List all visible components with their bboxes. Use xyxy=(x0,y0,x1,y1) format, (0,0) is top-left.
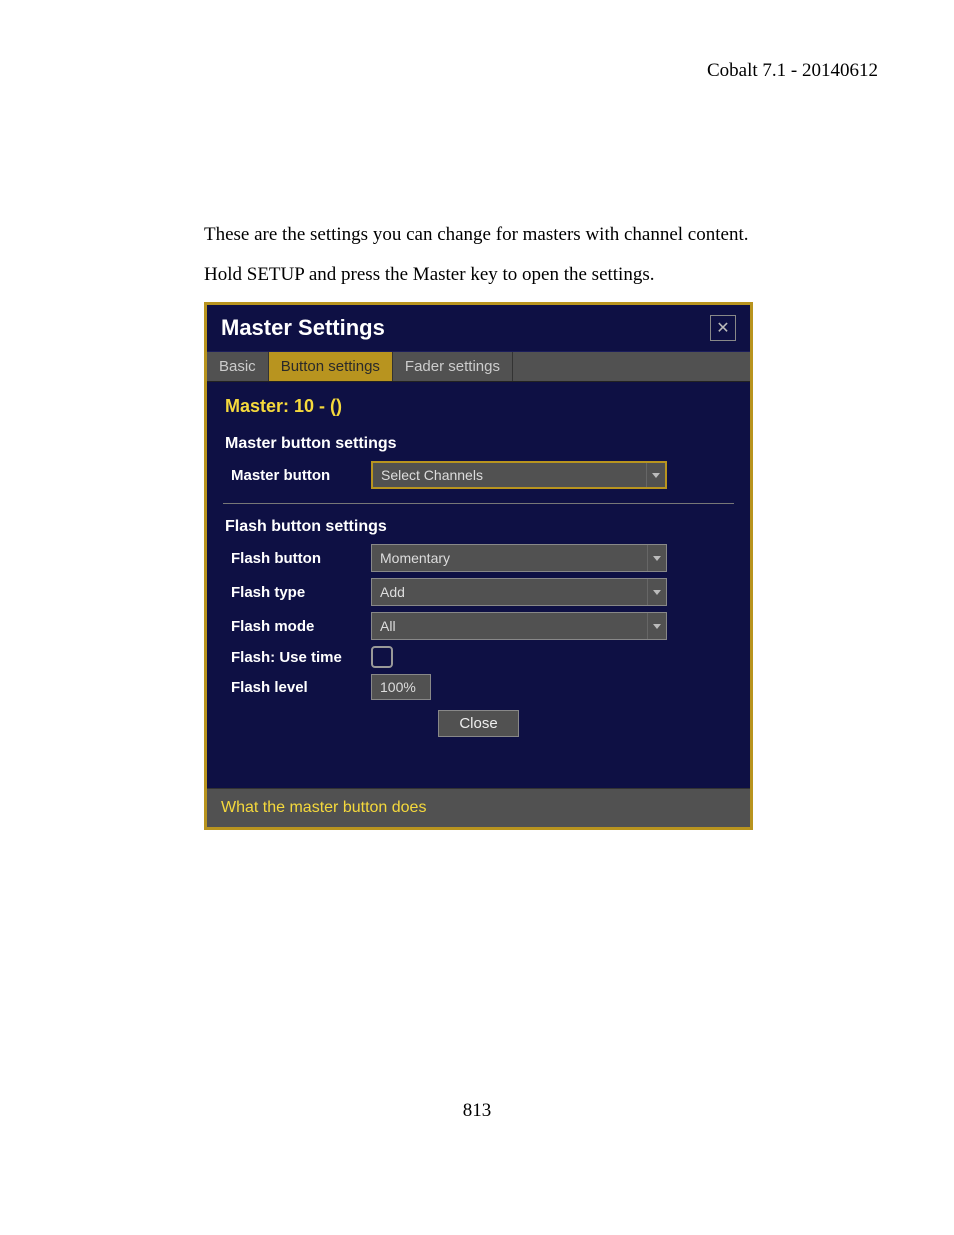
chevron-down-icon xyxy=(647,545,666,571)
chevron-down-icon xyxy=(646,463,665,487)
label-flash-button: Flash button xyxy=(225,550,371,567)
close-button[interactable]: Close xyxy=(438,710,518,737)
dialog-title: Master Settings xyxy=(221,315,385,341)
intro-text-2: Hold SETUP and press the Master key to o… xyxy=(204,264,654,286)
dropdown-flash-type[interactable]: Add xyxy=(371,578,667,606)
label-flash-use-time: Flash: Use time xyxy=(225,649,371,666)
section-master-button: Master button settings xyxy=(225,435,732,453)
label-flash-level: Flash level xyxy=(225,679,371,696)
dropdown-master-button-value: Select Channels xyxy=(381,467,483,483)
chevron-down-icon xyxy=(647,613,666,639)
input-flash-level[interactable]: 100% xyxy=(371,674,431,700)
dropdown-flash-button-value: Momentary xyxy=(380,550,450,566)
dialog-titlebar: Master Settings ✕ xyxy=(207,305,750,352)
row-master-button: Master button Select Channels xyxy=(225,461,732,489)
dropdown-flash-mode-value: All xyxy=(380,618,396,634)
tab-fader-settings[interactable]: Fader settings xyxy=(393,352,513,381)
dropdown-flash-type-value: Add xyxy=(380,584,405,600)
row-flash-level: Flash level 100% xyxy=(225,674,732,700)
dialog-content: Master: 10 - () Master button settings M… xyxy=(207,382,750,751)
row-flash-mode: Flash mode All xyxy=(225,612,732,640)
label-master-button: Master button xyxy=(225,467,371,484)
label-flash-mode: Flash mode xyxy=(225,618,371,635)
page-header: Cobalt 7.1 - 20140612 xyxy=(707,60,878,82)
section-flash-button: Flash button settings xyxy=(225,518,732,536)
tabs: Basic Button settings Fader settings xyxy=(207,352,750,382)
master-label: Master: 10 - () xyxy=(225,396,732,417)
row-flash-button: Flash button Momentary xyxy=(225,544,732,572)
checkbox-flash-use-time[interactable] xyxy=(371,646,393,668)
input-flash-level-value: 100% xyxy=(380,679,416,695)
intro-text-1: These are the settings you can change fo… xyxy=(204,224,748,246)
dropdown-flash-mode[interactable]: All xyxy=(371,612,667,640)
tab-basic[interactable]: Basic xyxy=(207,352,269,381)
close-action-row: Close xyxy=(225,710,732,737)
footer-text: What the master button does xyxy=(221,799,426,816)
tab-button-settings[interactable]: Button settings xyxy=(269,352,393,381)
master-settings-dialog: Master Settings ✕ Basic Button settings … xyxy=(204,302,753,830)
close-icon[interactable]: ✕ xyxy=(710,315,736,341)
row-flash-type: Flash type Add xyxy=(225,578,732,606)
dropdown-flash-button[interactable]: Momentary xyxy=(371,544,667,572)
label-flash-type: Flash type xyxy=(225,584,371,601)
row-flash-use-time: Flash: Use time xyxy=(225,646,732,668)
chevron-down-icon xyxy=(647,579,666,605)
divider xyxy=(223,503,734,504)
dropdown-master-button[interactable]: Select Channels xyxy=(371,461,667,489)
page-number: 813 xyxy=(0,1100,954,1122)
dialog-footer: What the master button does xyxy=(207,788,750,827)
